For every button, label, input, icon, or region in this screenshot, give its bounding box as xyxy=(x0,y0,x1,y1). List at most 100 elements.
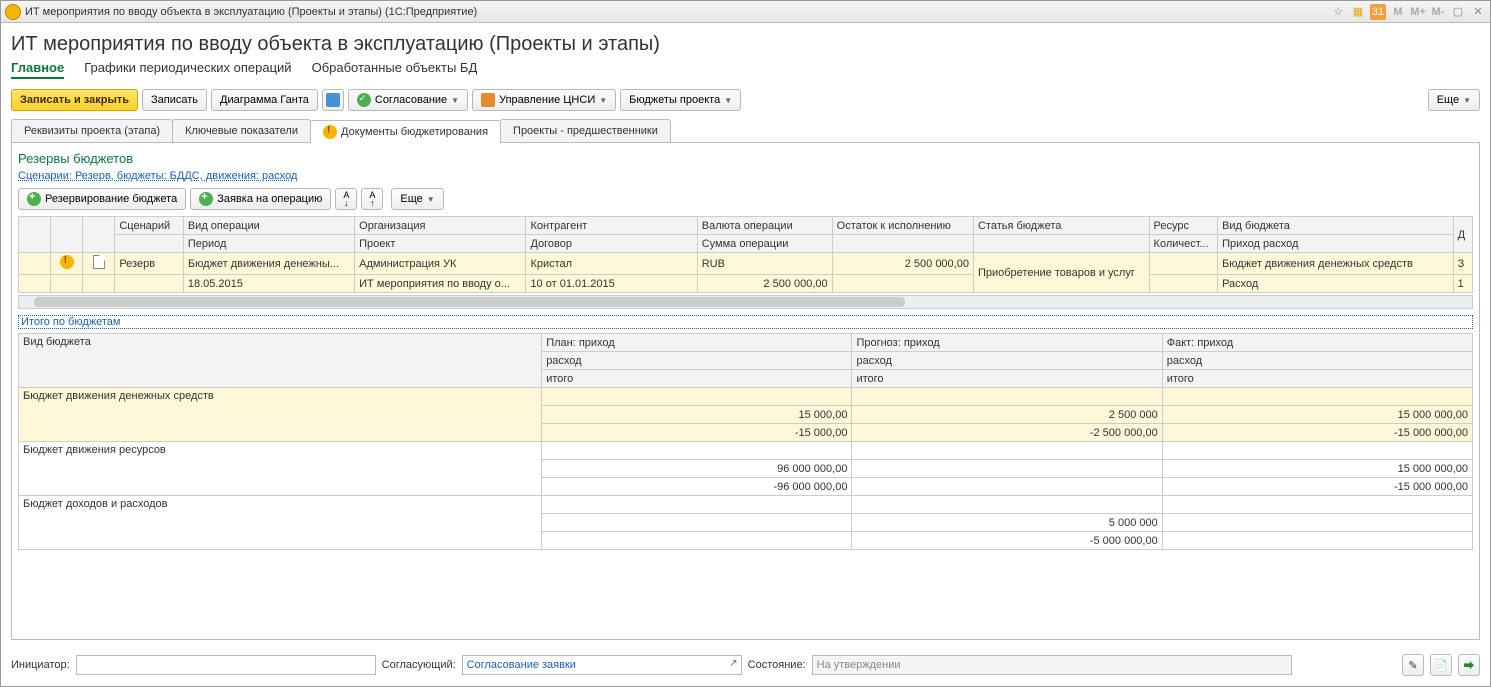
cell-tail2: 1 xyxy=(1453,275,1472,293)
table-row[interactable]: Бюджет движения денежных средств xyxy=(19,388,1473,406)
plus-icon xyxy=(27,192,41,206)
col-budget-type[interactable]: Вид бюджета xyxy=(1218,217,1454,235)
totals-link[interactable]: Итого по бюджетам xyxy=(18,315,1473,329)
memory-mplus-icon[interactable]: M+ xyxy=(1410,4,1426,20)
plus-icon xyxy=(199,192,213,206)
calendar-icon[interactable]: 31 xyxy=(1370,4,1386,20)
sub-more-button[interactable]: Еще▼ xyxy=(391,188,443,210)
col-extra[interactable]: Д xyxy=(1453,217,1472,253)
table-row[interactable]: Бюджет доходов и расходов xyxy=(19,496,1473,514)
col-sum[interactable]: Сумма операции xyxy=(697,235,832,253)
cell-tail: З xyxy=(1453,253,1472,275)
inner-tab-docs[interactable]: Документы бюджетирования xyxy=(310,120,501,143)
col-forecast-in[interactable]: Прогноз: приход xyxy=(852,334,1162,352)
cns-button[interactable]: Управление ЦНСИ▼ xyxy=(472,89,616,111)
section-title: Резервы бюджетов xyxy=(18,151,1473,166)
cell-contract: 10 от 01.01.2015 xyxy=(526,275,697,293)
sort-desc-button[interactable]: A↑ xyxy=(361,188,383,210)
col-budget-type[interactable]: Вид бюджета xyxy=(19,334,542,388)
restore-icon[interactable]: ▢ xyxy=(1450,4,1466,20)
col-forecast-total[interactable]: итого xyxy=(852,370,1162,388)
window-title: ИТ мероприятия по вводу объекта в эксплу… xyxy=(25,6,477,18)
filter-link[interactable]: Сценарии: Резерв, бюджеты: БДДС, движени… xyxy=(18,170,1473,182)
col-fact-out[interactable]: расход xyxy=(1162,352,1472,370)
col-plan-out[interactable]: расход xyxy=(542,352,852,370)
table-row[interactable]: 18.05.2015 ИТ мероприятия по вводу о... … xyxy=(19,275,1473,293)
state-label: Состояние: xyxy=(748,659,806,671)
horizontal-scrollbar[interactable] xyxy=(18,295,1473,309)
table-row[interactable]: Бюджет движения ресурсов xyxy=(19,442,1473,460)
sort-asc-button[interactable]: A↓ xyxy=(335,188,357,210)
favorite-icon[interactable]: ☆ xyxy=(1330,4,1346,20)
open-link-icon[interactable]: ↗ xyxy=(729,658,737,669)
warning-icon xyxy=(323,125,337,139)
inner-tab-predecessors[interactable]: Проекты - предшественники xyxy=(500,119,671,142)
approver-input[interactable] xyxy=(462,655,742,675)
col-currency[interactable]: Валюта операции xyxy=(697,217,832,235)
col-resource[interactable]: Ресурс xyxy=(1149,217,1218,235)
cell-org: Администрация УК xyxy=(355,253,526,275)
col-article[interactable]: Статья бюджета xyxy=(973,217,1149,235)
table-row[interactable]: Резерв Бюджет движения денежны... Админи… xyxy=(19,253,1473,275)
more-label: Еще xyxy=(1437,94,1459,106)
col-contract[interactable]: Договор xyxy=(526,235,697,253)
operations-table[interactable]: Сценарий Вид операции Организация Контра… xyxy=(18,216,1473,293)
main-toolbar: Записать и закрыть Записать Диаграмма Га… xyxy=(11,89,1480,111)
cell-optype: Бюджет движения денежны... xyxy=(183,253,354,275)
tab-schedules[interactable]: Графики периодических операций xyxy=(84,60,291,79)
cell-budget-name: Бюджет доходов и расходов xyxy=(19,496,542,550)
copy-icon-button[interactable]: 📄 xyxy=(1430,654,1452,676)
approval-button[interactable]: Согласование▼ xyxy=(348,89,468,111)
memory-mminus-icon[interactable]: M- xyxy=(1430,4,1446,20)
edit-icon-button[interactable]: ✎ xyxy=(1402,654,1424,676)
export-icon-button[interactable]: ⮕ xyxy=(1458,654,1480,676)
col-plan-total[interactable]: итого xyxy=(542,370,852,388)
check-icon xyxy=(357,93,371,107)
cell-article: Приобретение товаров и услуг xyxy=(973,253,1149,293)
inner-tab-kpi[interactable]: Ключевые показатели xyxy=(172,119,311,142)
close-icon[interactable]: ✕ xyxy=(1470,4,1486,20)
app-logo-icon xyxy=(5,4,21,20)
cell-currency: RUB xyxy=(697,253,832,275)
col-project[interactable]: Проект xyxy=(355,235,526,253)
inner-tab-docs-label: Документы бюджетирования xyxy=(341,126,488,138)
tab-processed[interactable]: Обработанные объекты БД xyxy=(312,60,478,79)
calculator-icon[interactable]: ▦ xyxy=(1350,4,1366,20)
memory-m-icon[interactable]: M xyxy=(1390,4,1406,20)
col-fact-total[interactable]: итого xyxy=(1162,370,1472,388)
tab-main[interactable]: Главное xyxy=(11,60,64,79)
cns-label: Управление ЦНСИ xyxy=(499,94,595,106)
col-contractor[interactable]: Контрагент xyxy=(526,217,697,235)
col-qty[interactable]: Количест... xyxy=(1149,235,1218,253)
col-org[interactable]: Организация xyxy=(355,217,526,235)
initiator-input[interactable] xyxy=(76,655,376,675)
request-label: Заявка на операцию xyxy=(217,193,322,205)
cell-budget-name: Бюджет движения ресурсов xyxy=(19,442,542,496)
col-balance[interactable]: Остаток к исполнению xyxy=(832,217,973,235)
col-fact-in[interactable]: Факт: приход xyxy=(1162,334,1472,352)
project-budgets-button[interactable]: Бюджеты проекта▼ xyxy=(620,89,741,111)
row-warning-icon xyxy=(60,255,74,269)
col-optype[interactable]: Вид операции xyxy=(183,217,354,235)
col-forecast-out[interactable]: расход xyxy=(852,352,1162,370)
cell-sum: 2 500 000,00 xyxy=(697,275,832,293)
operation-request-button[interactable]: Заявка на операцию xyxy=(190,188,331,210)
more-button[interactable]: Еще▼ xyxy=(1428,89,1480,111)
totals-table[interactable]: Вид бюджета План: приход Прогноз: приход… xyxy=(18,333,1473,550)
col-inout[interactable]: Приход расход xyxy=(1218,235,1454,253)
col-plan-in[interactable]: План: приход xyxy=(542,334,852,352)
inner-tabs: Реквизиты проекта (этапа) Ключевые показ… xyxy=(11,119,1480,143)
footer-bar: Инициатор: Согласующий: ↗ Состояние: ✎ 📄… xyxy=(1,648,1490,686)
reserve-label: Резервирование бюджета xyxy=(45,193,177,205)
folder-icon xyxy=(481,93,495,107)
save-button[interactable]: Записать xyxy=(142,89,207,111)
comment-icon-button[interactable] xyxy=(322,89,344,111)
inner-tab-requisites[interactable]: Реквизиты проекта (этапа) xyxy=(11,119,173,142)
save-close-button[interactable]: Записать и закрыть xyxy=(11,89,138,111)
col-scenario[interactable]: Сценарий xyxy=(115,217,184,235)
reserve-budget-button[interactable]: Резервирование бюджета xyxy=(18,188,186,210)
approval-label: Согласование xyxy=(375,94,447,106)
cell-budget-name: Бюджет движения денежных средств xyxy=(19,388,542,442)
col-period[interactable]: Период xyxy=(183,235,354,253)
gantt-button[interactable]: Диаграмма Ганта xyxy=(211,89,318,111)
